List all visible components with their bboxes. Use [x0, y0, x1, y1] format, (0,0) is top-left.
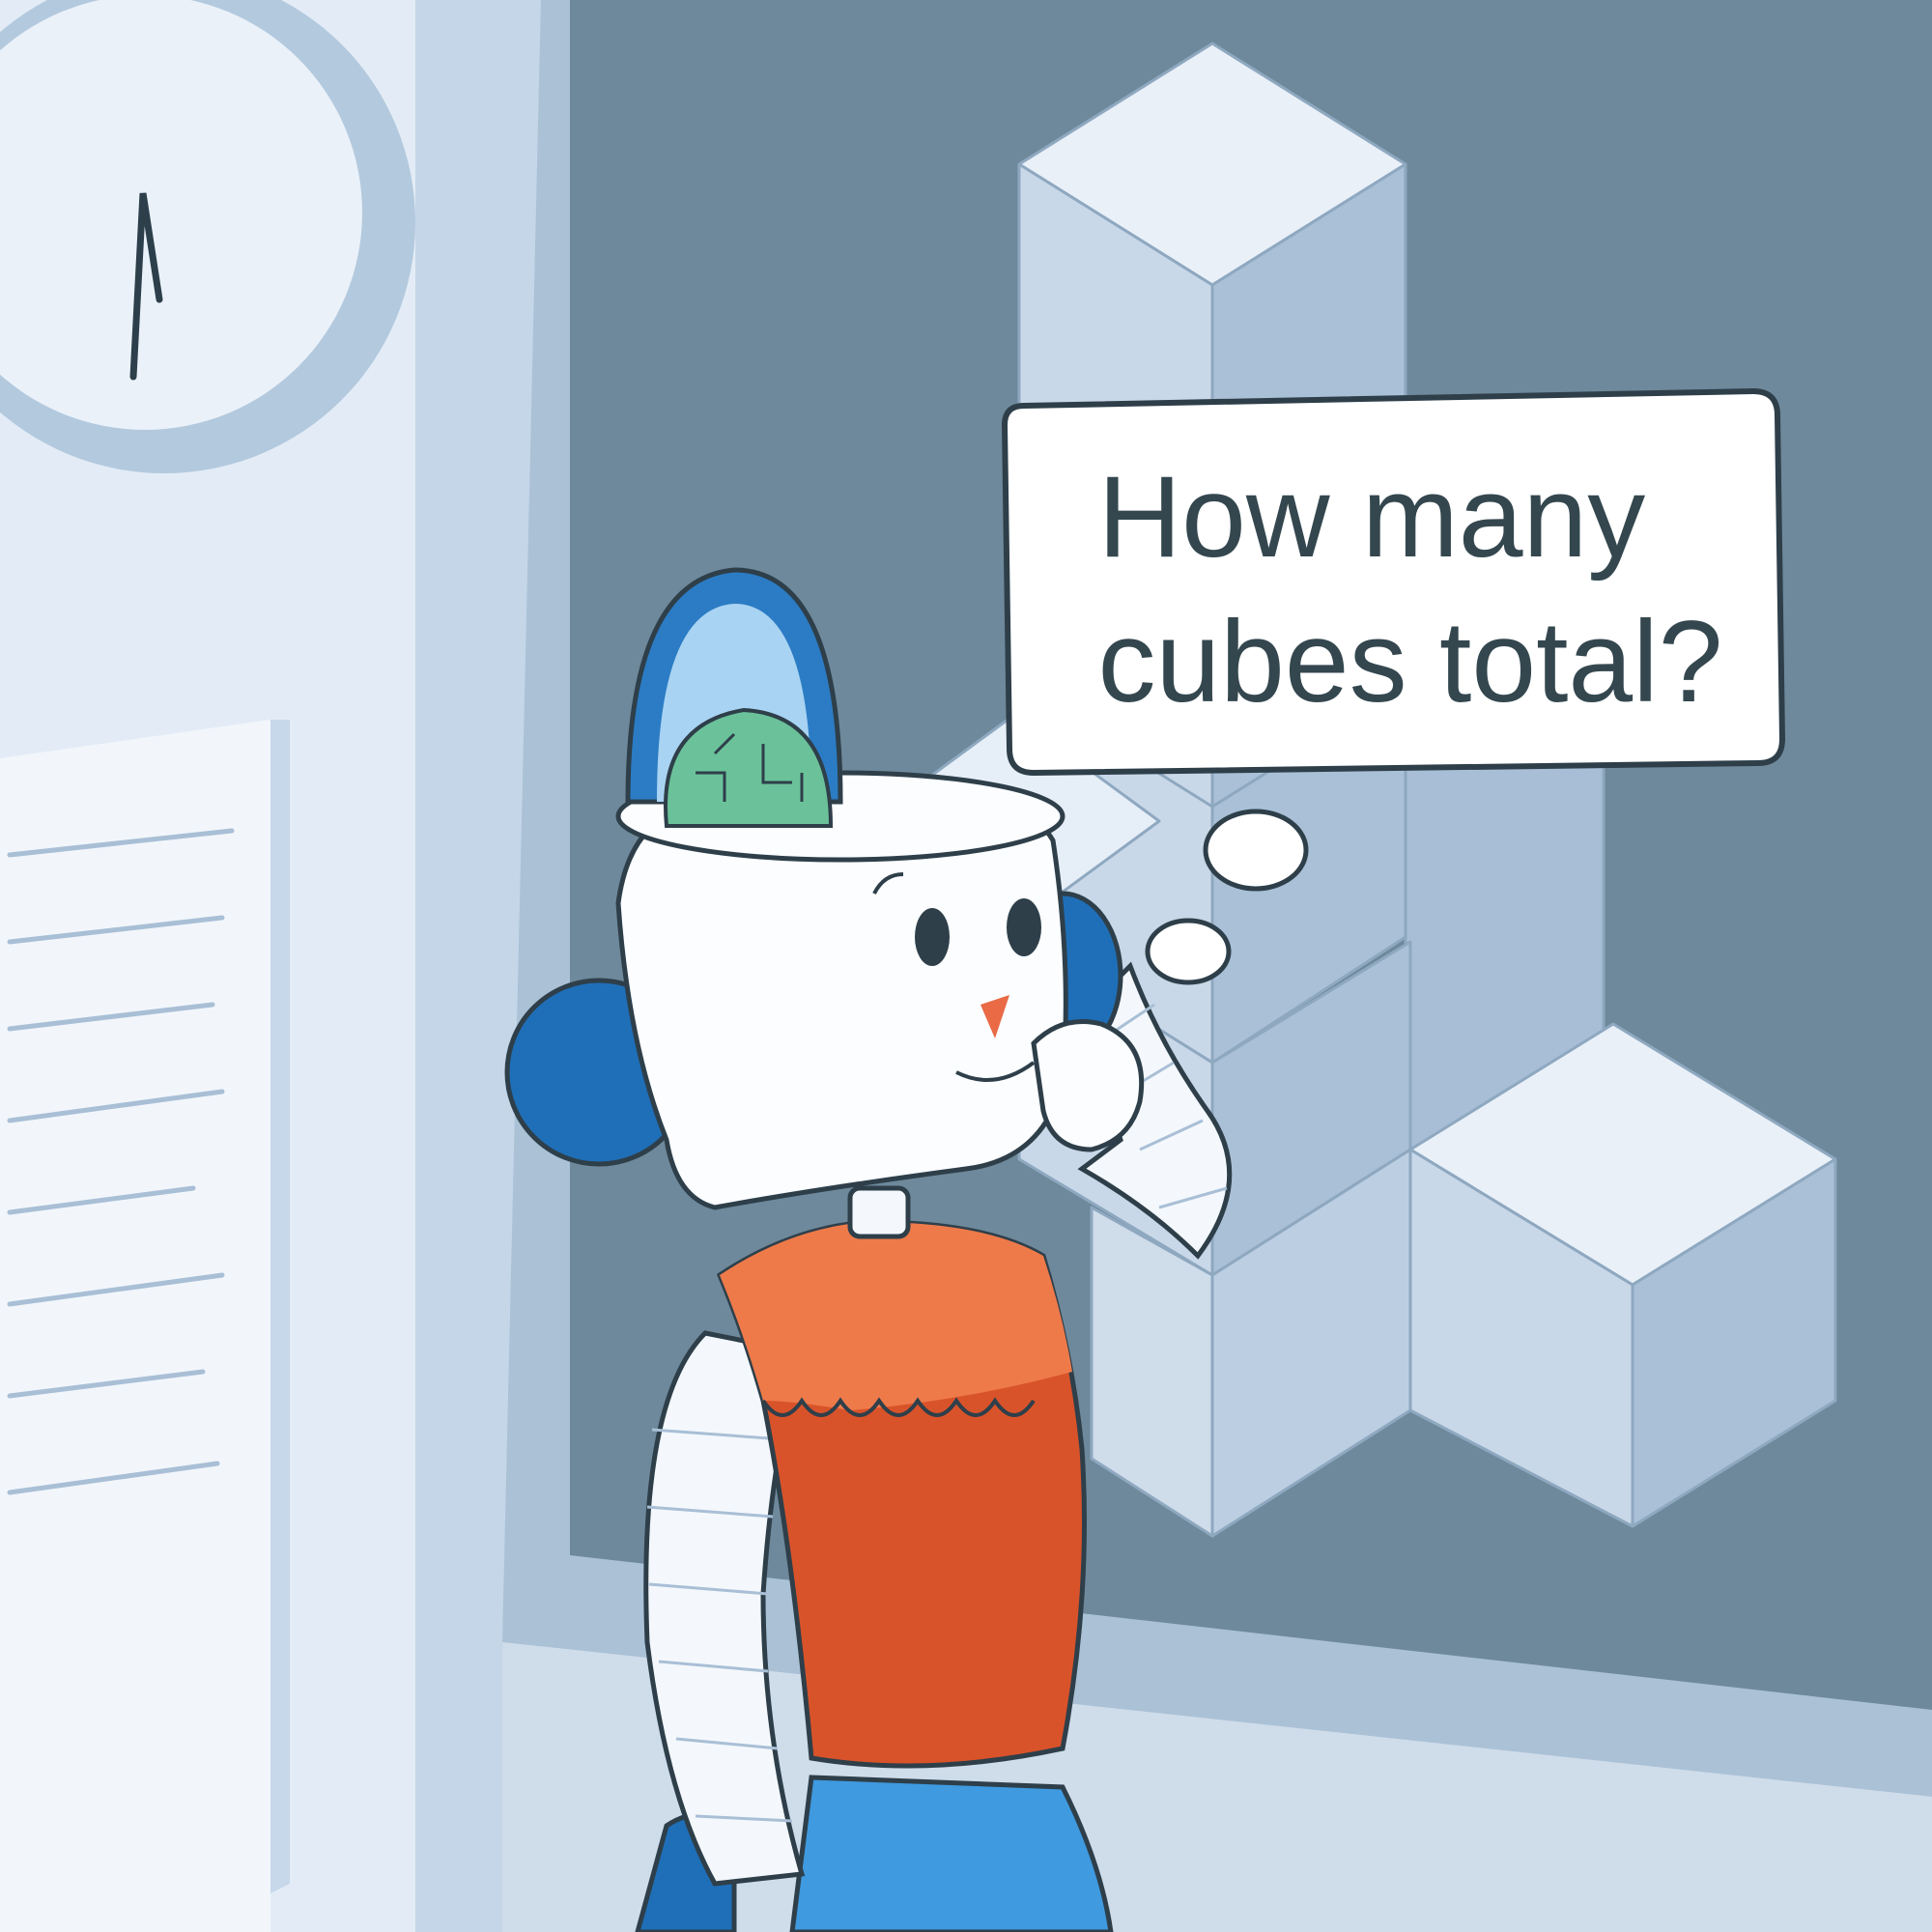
left-eye	[915, 908, 950, 966]
illustration-canvas	[0, 0, 1932, 1932]
speech-line-2: cubes total?	[1097, 597, 1723, 726]
notice-paper-icon	[0, 720, 290, 1932]
illustration-scene: How many cubes total?	[0, 0, 1932, 1932]
speech-bubble-text: How many cubes total?	[1014, 425, 1806, 753]
robot-hand	[1031, 1019, 1145, 1152]
thought-dot-small	[1145, 918, 1232, 985]
right-eye	[1007, 898, 1041, 956]
thought-dot-large	[1203, 809, 1309, 892]
speech-line-1: How many	[1097, 452, 1646, 582]
